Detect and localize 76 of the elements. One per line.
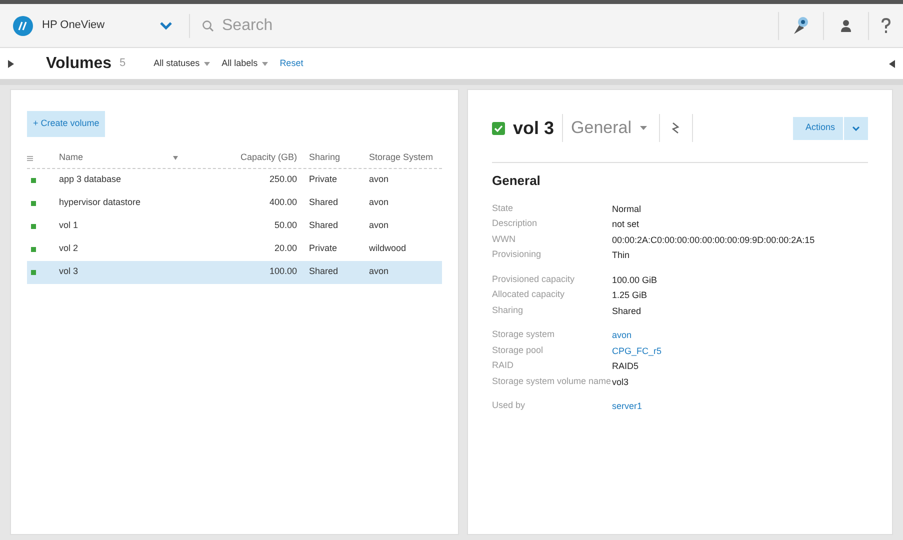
expand-icon[interactable] (8, 60, 14, 68)
table-cell: hypervisor datastore (59, 197, 141, 208)
field-label: Provisioning (492, 249, 542, 261)
field-value: 100.00 GiB (612, 274, 658, 286)
help-icon[interactable] (881, 18, 891, 34)
status-column-icon (27, 156, 33, 160)
collapse-icon[interactable] (889, 60, 895, 68)
column-header[interactable]: Sharing (309, 152, 340, 162)
search-icon (202, 20, 214, 32)
field-value: Normal (612, 202, 642, 216)
filter-icon[interactable] (672, 121, 680, 135)
table-cell: 250.00 (269, 174, 297, 184)
actions-button[interactable]: Actions (793, 116, 868, 140)
user-icon[interactable] (840, 18, 852, 32)
field-label: Allocated capacity (492, 289, 566, 301)
chevron-down-icon[interactable] (852, 126, 860, 130)
column-header[interactable]: Storage System (369, 152, 434, 162)
table-cell: Shared (309, 220, 338, 230)
table-cell: 100.00 (269, 266, 297, 276)
section-heading: General (492, 172, 542, 190)
field-label: Storage system volume name (492, 376, 612, 388)
column-header[interactable]: Capacity (GB) (240, 152, 297, 162)
filter-dropdown[interactable]: All statuses (154, 56, 210, 70)
item-count: 5 (120, 56, 126, 72)
filter-dropdown[interactable]: All labels (222, 56, 268, 70)
field-value: vol3 (612, 376, 629, 388)
field-label: State (492, 202, 514, 214)
table-cell: Shared (309, 197, 338, 208)
column-header[interactable]: Name (59, 152, 84, 162)
table-cell: avon (369, 197, 389, 208)
field-value: Shared (612, 304, 642, 318)
field-label: WWN (492, 234, 516, 246)
table-cell: wildwood (369, 243, 406, 254)
view-dropdown[interactable]: General (571, 115, 647, 141)
field-value: 00:00:2A:C0:00:00:00:00:00:00:09:9D:00:00:2A:15 (612, 234, 815, 246)
field-link[interactable]: CPG_FC_r5 (612, 344, 662, 358)
table-cell: 50.00 (274, 220, 297, 230)
reset-link[interactable]: Reset (280, 56, 304, 70)
field-value: Thin (612, 249, 630, 262)
field-label: Provisioned capacity (492, 274, 576, 286)
caret-icon (640, 126, 647, 130)
table-cell: vol 2 (59, 243, 78, 254)
sort-icon[interactable] (173, 156, 178, 160)
table-cell: 20.00 (274, 243, 297, 254)
chevron-down-icon[interactable] (159, 20, 173, 30)
table-cell: vol 3 (59, 266, 78, 276)
volume-title: vol 3 (513, 116, 554, 140)
table-cell: avon (369, 174, 389, 184)
field-label: Sharing (492, 304, 524, 317)
table-cell: app 3 database (59, 174, 122, 184)
field-value: RAID5 (612, 360, 639, 373)
table-cell: Shared (309, 266, 338, 276)
field-label: RAID (492, 360, 515, 372)
field-value: 1.25 GiB (612, 289, 648, 302)
caret-icon (262, 62, 268, 66)
table-cell: Private (309, 243, 338, 254)
field-label: Used by (492, 400, 526, 412)
caret-icon (204, 62, 210, 66)
table-row[interactable]: vol 3 100.00 Shared avon (27, 260, 442, 284)
page-title: Volumes (46, 54, 112, 74)
table-cell: avon (369, 266, 389, 276)
notification-icon[interactable] (791, 14, 811, 36)
table-cell: Private (309, 174, 338, 184)
field-label: Storage pool (492, 344, 544, 357)
field-label: Description (492, 218, 538, 230)
field-link[interactable]: avon (612, 329, 632, 342)
table-cell: avon (369, 220, 389, 230)
table-cell: vol 1 (59, 220, 78, 230)
search-field[interactable]: Search (222, 14, 522, 38)
app-name: HP OneView (42, 18, 106, 34)
field-value: not set (612, 218, 640, 231)
table-cell: 400.00 (269, 197, 297, 208)
logo-icon (12, 14, 34, 36)
create-volume-button[interactable]: + Create volume (27, 111, 106, 136)
field-link[interactable]: server1 (612, 400, 642, 414)
field-label: Storage system (492, 329, 556, 341)
